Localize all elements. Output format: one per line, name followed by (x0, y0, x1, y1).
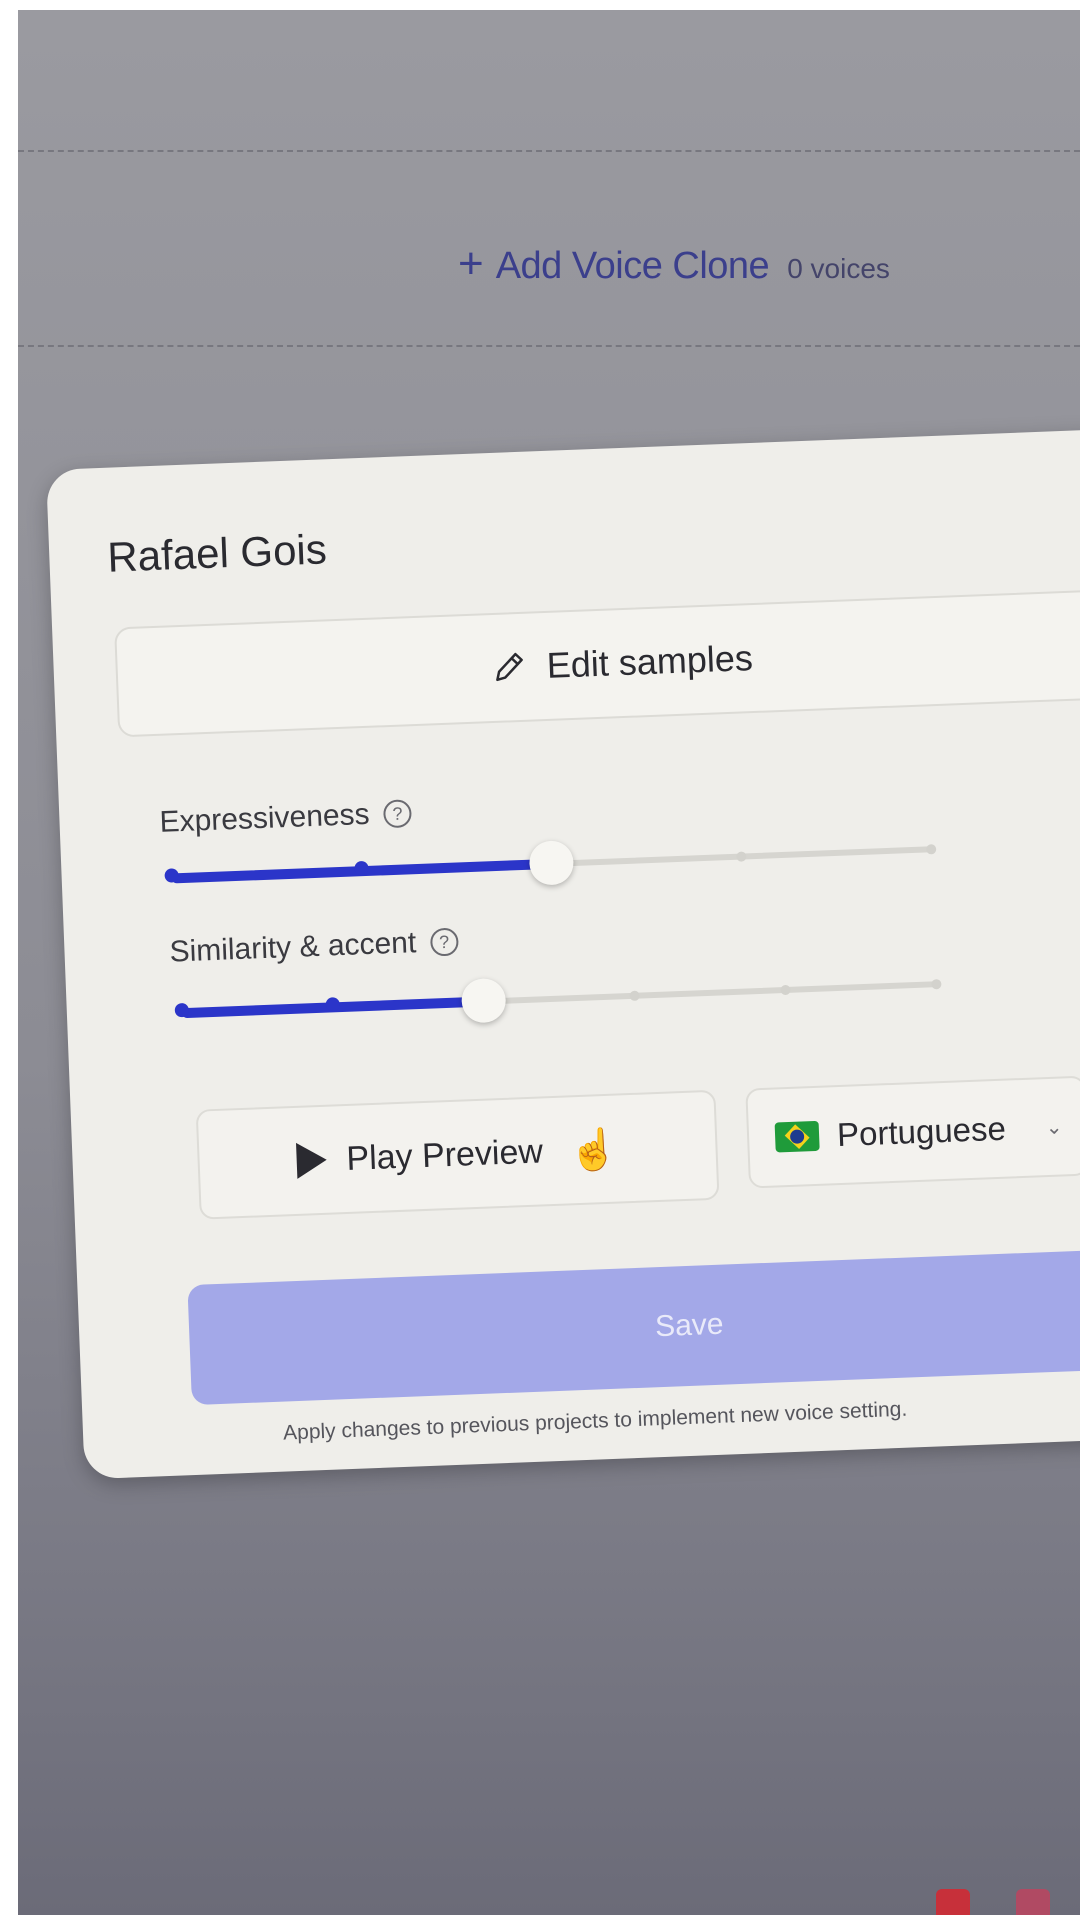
app-screen: + Add Voice Clone 0 voices Rafael Gois E… (18, 10, 1080, 1915)
slider-tick (629, 990, 640, 1001)
slider-tick (780, 984, 791, 996)
expressiveness-slider[interactable] (164, 840, 937, 886)
bottom-divider (18, 345, 1080, 347)
slider-tick (926, 844, 937, 855)
add-voice-clone-button[interactable]: + Add Voice Clone 0 voices (458, 242, 890, 288)
slider-tick (736, 851, 747, 862)
photo-margin (0, 0, 18, 1915)
similarity-thumb[interactable] (460, 977, 507, 1024)
hand-cursor-icon: ☝ (568, 1127, 620, 1173)
voices-count: 0 voices (787, 253, 890, 284)
similarity-text: Similarity & accent (168, 926, 417, 969)
voice-settings-modal: Rafael Gois Edit samples Expressiveness … (46, 427, 1080, 1480)
chevron-down-icon: ⌄ (1045, 1115, 1063, 1139)
brazil-flag-icon (774, 1120, 820, 1153)
taskbar-app-icon[interactable] (936, 1889, 970, 1915)
modal-title: Rafael Gois (106, 525, 328, 581)
play-icon (295, 1141, 328, 1179)
taskbar-app-icon[interactable] (1016, 1889, 1050, 1915)
slider-tick (931, 979, 942, 990)
add-voice-clone-label: Add Voice Clone (495, 245, 770, 287)
help-icon[interactable]: ? (429, 927, 459, 957)
expressiveness-label: Expressiveness ? (158, 796, 413, 840)
top-divider (18, 150, 1080, 152)
apply-changes-note: Apply changes to previous projects to im… (282, 1397, 908, 1445)
language-label: Portuguese (836, 1109, 1007, 1154)
play-preview-label: Play Preview (345, 1131, 544, 1178)
help-icon[interactable]: ? (383, 799, 413, 829)
expressiveness-thumb[interactable] (528, 840, 575, 886)
language-select[interactable]: Portuguese ⌄ (745, 1075, 1080, 1189)
save-button[interactable]: Save (187, 1246, 1080, 1406)
edit-samples-label: Edit samples (546, 637, 754, 686)
expressiveness-text: Expressiveness (158, 797, 371, 839)
save-label: Save (654, 1307, 725, 1344)
similarity-slider[interactable] (174, 977, 942, 1024)
pencil-icon (496, 652, 523, 682)
plus-icon: + (458, 239, 484, 288)
edit-samples-button[interactable]: Edit samples (114, 588, 1080, 738)
similarity-label: Similarity & accent ? (169, 925, 459, 970)
play-preview-button[interactable]: Play Preview ☝ (195, 1089, 720, 1220)
